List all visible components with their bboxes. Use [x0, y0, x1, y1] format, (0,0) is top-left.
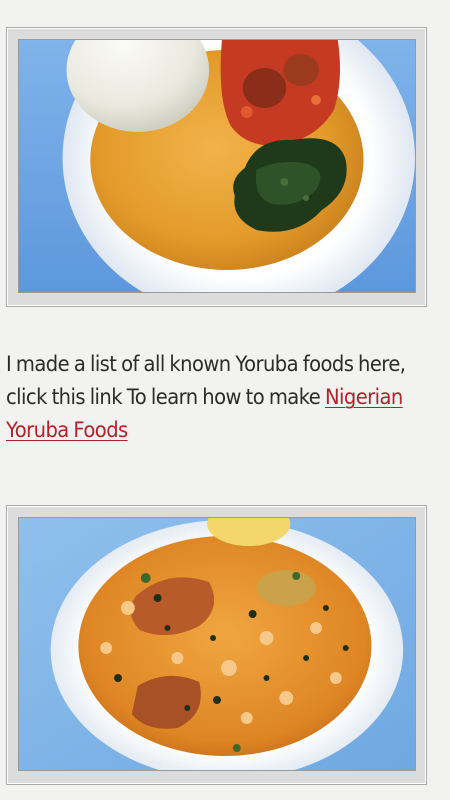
- food-photo-bottom-graphic: [19, 518, 415, 770]
- food-photo-seafood-stew[interactable]: [18, 517, 416, 771]
- article-paragraph: I made a list of all known Yoruba foods …: [6, 348, 411, 447]
- food-image-frame-bottom: [6, 505, 427, 785]
- food-photo-top-graphic: [19, 40, 415, 292]
- food-image-frame-top: [6, 27, 427, 307]
- food-photo-pounded-yam-egusi[interactable]: [18, 39, 416, 293]
